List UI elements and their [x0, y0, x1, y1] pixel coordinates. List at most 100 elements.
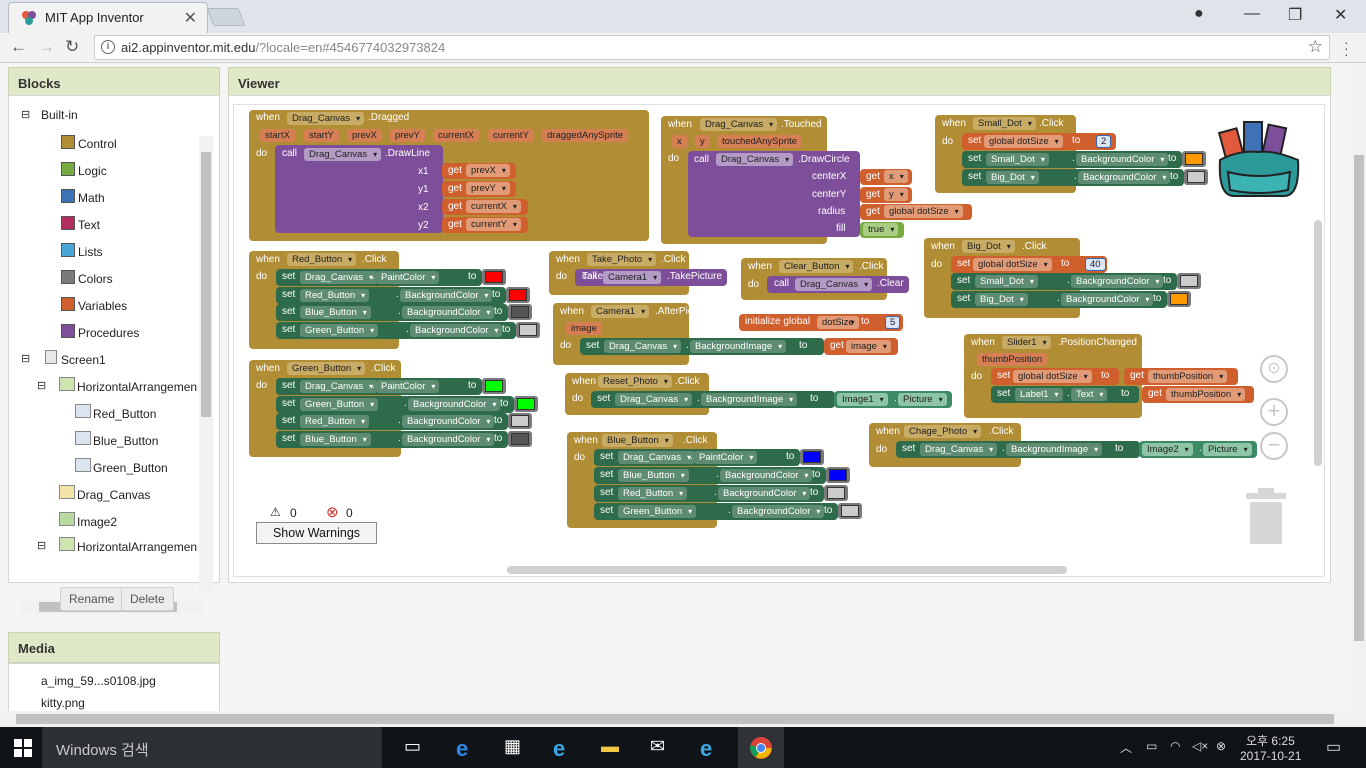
- mail-icon[interactable]: ✉: [650, 736, 674, 760]
- trash-icon[interactable]: [1244, 488, 1288, 544]
- get-block[interactable]: get prevX: [442, 163, 516, 179]
- tree-vertical-scrollbar[interactable]: [199, 136, 213, 592]
- set-global-block[interactable]: set global dotSize to: [991, 368, 1119, 385]
- logic-true-block[interactable]: true: [860, 222, 904, 238]
- set-property-block[interactable]: setRed_Button.BackgroundColorto: [276, 286, 506, 304]
- restore-icon[interactable]: ❐: [1288, 5, 1302, 25]
- get-block[interactable]: get currentX: [442, 199, 528, 215]
- ie-icon[interactable]: e: [700, 736, 724, 761]
- set-property-block[interactable]: set Drag_Canvas . BackgroundImage to: [580, 338, 824, 355]
- bookmark-star-icon[interactable]: ☆: [1308, 37, 1323, 57]
- color-value-block[interactable]: [800, 449, 824, 465]
- category-text[interactable]: Text: [78, 218, 100, 232]
- reload-icon[interactable]: ↻: [65, 37, 79, 57]
- tree-item-component[interactable]: Red_Button: [93, 407, 156, 421]
- param[interactable]: currentX: [433, 129, 479, 142]
- tree-item-screen1[interactable]: Screen1: [61, 353, 106, 367]
- component-dropdown[interactable]: Drag_Canvas: [287, 112, 365, 125]
- category-math[interactable]: Math: [78, 191, 105, 205]
- set-global-block[interactable]: set global dotSize to 40: [951, 256, 1107, 273]
- tree-item-component[interactable]: Blue_Button: [93, 434, 158, 448]
- collapse-icon[interactable]: ⊟: [37, 379, 46, 392]
- action-center-icon[interactable]: ▭: [1326, 737, 1341, 757]
- color-value-block[interactable]: [516, 321, 540, 338]
- color-value-block[interactable]: [826, 467, 850, 483]
- param[interactable]: draggedAnySprite: [542, 129, 629, 142]
- set-property-block[interactable]: setDrag_Canvas.PaintColorto: [594, 449, 800, 466]
- file-explorer-icon[interactable]: ▬: [601, 736, 625, 760]
- set-property-block[interactable]: setBlue_Button.BackgroundColorto: [594, 467, 826, 484]
- category-colors[interactable]: Colors: [78, 272, 113, 286]
- call-block-clear[interactable]: call Drag_Canvas .Clear: [767, 276, 909, 293]
- clock-time[interactable]: 오후 6:25: [1246, 732, 1295, 749]
- tree-item-component[interactable]: Drag_Canvas: [77, 488, 150, 502]
- set-property-block[interactable]: setDrag_Canvas.PaintColorto: [276, 378, 482, 395]
- set-global-block[interactable]: set global dotSize to 2: [962, 133, 1116, 150]
- category-procedures[interactable]: Procedures: [78, 326, 139, 340]
- delete-button[interactable]: Delete: [121, 587, 174, 611]
- param[interactable]: y: [695, 135, 710, 148]
- set-property-block[interactable]: setGreen_Button.BackgroundColorto: [276, 321, 516, 339]
- collapse-icon[interactable]: ⊟: [21, 108, 30, 121]
- set-property-block[interactable]: setDrag_Canvas.PaintColorto: [276, 269, 482, 286]
- color-value-block[interactable]: [1184, 169, 1208, 185]
- volume-icon[interactable]: ◁×: [1192, 739, 1208, 753]
- window-close-icon[interactable]: ✕: [1334, 5, 1347, 25]
- param[interactable]: touchedAnySprite: [717, 135, 802, 148]
- color-value-block[interactable]: [506, 286, 530, 303]
- param[interactable]: currentY: [488, 129, 534, 142]
- get-block[interactable]: get thumbPosition: [1124, 368, 1238, 385]
- set-property-block[interactable]: setBlue_Button.BackgroundColorto: [276, 430, 508, 448]
- color-value-block[interactable]: [1182, 151, 1206, 167]
- zoom-out-icon[interactable]: −: [1260, 432, 1288, 460]
- initialize-global-block[interactable]: initialize global dotSize to 5: [739, 314, 903, 331]
- back-icon[interactable]: ←: [10, 37, 27, 57]
- get-block[interactable]: get currentY: [442, 217, 528, 233]
- edge-icon[interactable]: e: [456, 736, 480, 761]
- tree-item-component[interactable]: Image2: [77, 515, 117, 529]
- component-getter-block[interactable]: Image2 . Picture: [1139, 441, 1257, 458]
- page-horizontal-scrollbar[interactable]: [0, 711, 1352, 727]
- color-value-block[interactable]: [508, 304, 532, 320]
- recenter-icon[interactable]: ⊙: [1260, 355, 1288, 383]
- show-warnings-button[interactable]: Show Warnings: [256, 522, 377, 544]
- get-block[interactable]: get global dotSize: [860, 204, 972, 220]
- set-property-block[interactable]: setBig_Dot.BackgroundColorto: [951, 291, 1167, 308]
- set-property-block[interactable]: set Label1 . Text to: [991, 386, 1139, 403]
- collapse-icon[interactable]: ⊟: [37, 539, 46, 552]
- backpack-icon[interactable]: [1214, 116, 1304, 200]
- category-control[interactable]: Control: [78, 137, 117, 151]
- set-property-block[interactable]: setRed_Button.BackgroundColorto: [276, 413, 508, 430]
- param[interactable]: prevY: [390, 129, 425, 142]
- component-dropdown[interactable]: Drag_Canvas: [700, 118, 778, 131]
- clock-date[interactable]: 2017-10-21: [1240, 749, 1301, 763]
- call-block-takepicture[interactable]: Take_Photo call Camera1 .TakePicture: [575, 269, 727, 286]
- category-lists[interactable]: Lists: [78, 245, 103, 259]
- get-block[interactable]: get prevY: [442, 181, 516, 197]
- color-value-block[interactable]: [1177, 273, 1201, 289]
- color-value-block[interactable]: [838, 503, 862, 519]
- param[interactable]: startY: [304, 129, 339, 142]
- tree-item-component[interactable]: HorizontalArrangemen: [77, 540, 197, 554]
- get-block[interactable]: get image: [824, 338, 898, 355]
- set-property-block[interactable]: setBig_Dot.BackgroundColorto: [962, 169, 1184, 186]
- tree-item-component[interactable]: Green_Button: [93, 461, 168, 475]
- component-dropdown[interactable]: Drag_Canvas: [716, 153, 794, 166]
- color-value-block[interactable]: [514, 395, 538, 412]
- color-value-block[interactable]: [482, 378, 506, 394]
- call-block-drawline[interactable]: call Drag_Canvas .DrawLine x1 y1 x2 y2: [275, 145, 443, 233]
- profile-icon[interactable]: ●: [1194, 5, 1204, 23]
- rename-button[interactable]: Rename: [60, 587, 124, 611]
- color-value-block[interactable]: [482, 269, 506, 285]
- media-file[interactable]: a_img_59...s0108.jpg: [41, 674, 156, 688]
- color-value-block[interactable]: [1167, 291, 1191, 307]
- tab-close-icon[interactable]: ✕: [184, 8, 197, 28]
- battery-icon[interactable]: ▭: [1146, 739, 1157, 753]
- set-property-block[interactable]: setGreen_Button.BackgroundColorto: [276, 395, 514, 413]
- minimize-icon[interactable]: —: [1244, 5, 1260, 23]
- set-property-block[interactable]: setSmall_Dot.BackgroundColorto: [962, 151, 1182, 168]
- category-variables[interactable]: Variables: [78, 299, 127, 313]
- task-view-icon[interactable]: ▭: [404, 736, 428, 760]
- browser-tab[interactable]: MIT App Inventor ✕: [8, 2, 208, 33]
- page-vertical-scrollbar[interactable]: [1352, 63, 1366, 727]
